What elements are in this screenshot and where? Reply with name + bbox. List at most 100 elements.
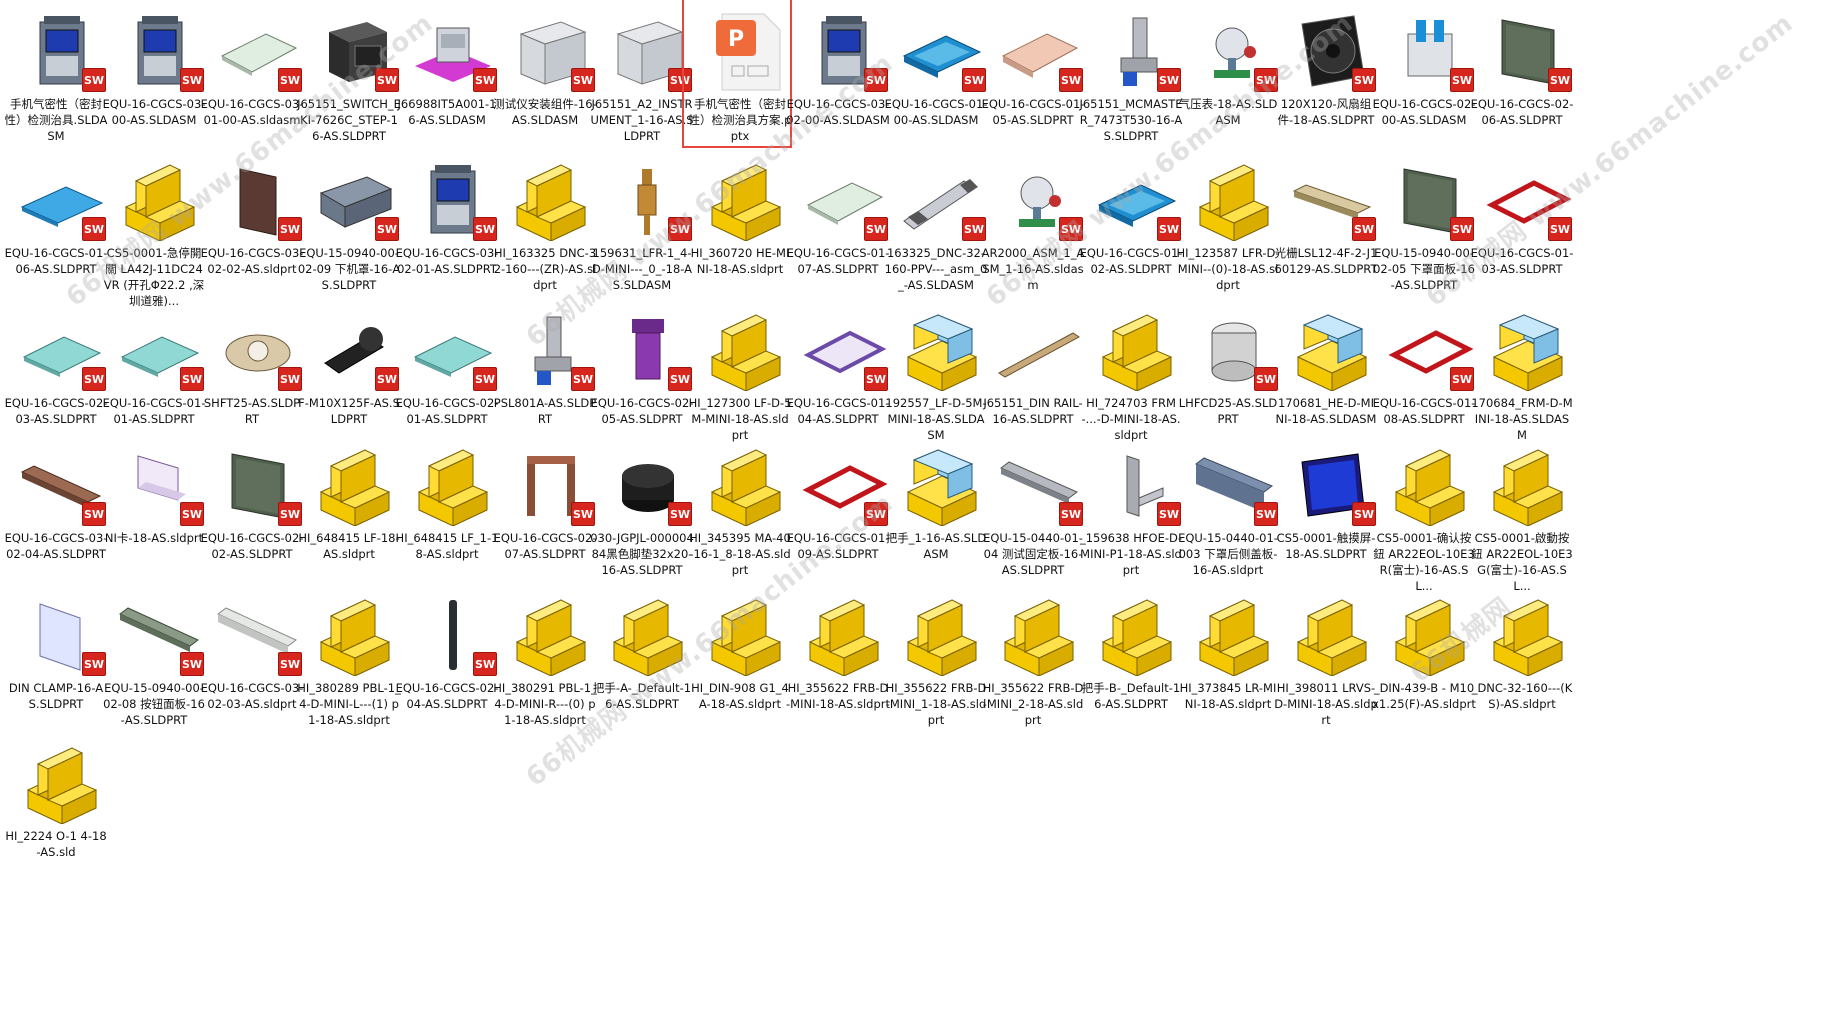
file-item[interactable]: SW EQU-16-CGCS-01-00-AS.SLDASM	[880, 2, 992, 152]
file-item[interactable]: SW 气压表-18-AS.SLDASM	[1172, 2, 1284, 152]
file-item[interactable]: SW 163325_DNC-32-160-PPV---_asm_0_-AS.SLD…	[880, 151, 992, 301]
file-item[interactable]: SW EQU-16-CGCS-01-05-AS.SLDPRT	[977, 2, 1089, 152]
file-item[interactable]: SW EQU-16-CGCS-02-05-AS.SLDPRT	[586, 301, 698, 451]
file-item[interactable]: HI_355622 FRB-D-MINI_2-18-AS.sldprt	[977, 586, 1089, 736]
file-item[interactable]: HI_360720 HE-MINI-18-AS.sldprt	[684, 151, 796, 301]
file-item[interactable]: SW EQU-16-CGCS-01-04-AS.SLDPRT	[782, 301, 894, 451]
file-item[interactable]: SW EQU-16-CGCS-01-07-AS.SLDPRT	[782, 151, 894, 301]
file-name-label: HI_355622 FRB-D-MINI_2-18-AS.sldprt	[982, 681, 1084, 727]
file-item[interactable]: SW PSL801A-AS.SLDPRT	[489, 301, 601, 451]
file-item[interactable]: SW EQU-15-0440-01-04 测试固定板-16-AS.SLDPRT	[977, 436, 1089, 586]
file-item[interactable]: HI_123587 LFR-D-MINI--(0)-18-AS.sldprt	[1172, 151, 1284, 301]
file-thumbnail-icon	[507, 161, 595, 241]
file-item[interactable]: SW EQU-15-0940-00-02-08 按钮面板-16-AS.SLDPRT	[98, 586, 210, 736]
file-item[interactable]: SW EQU-16-CGCS-02-07-AS.SLDPRT	[489, 436, 601, 586]
file-item[interactable]: SW EQU-16-CGCS-03-02-02-AS.sldprt	[196, 151, 308, 301]
file-thumbnail-icon	[702, 161, 790, 241]
file-thumbnail-icon	[18, 744, 106, 824]
file-item[interactable]: HI_373845 LR-MINI-18-AS.sldprt	[1172, 586, 1284, 736]
file-item[interactable]: SW J65151_A2_INSTRUMENT_1-16-AS.SLDPRT	[586, 2, 698, 152]
file-item[interactable]: SW EQU-15-0440-01-003 下罩后侧盖板-16-AS.sldprt	[1172, 436, 1284, 586]
file-name-label: HI_648415 LF_1-18-AS.sldprt	[395, 531, 499, 561]
file-item[interactable]: SW J65151_SWITCH_EKI-7626C_STEP-16-AS.SLD…	[293, 2, 405, 152]
file-item[interactable]: CS5-0001-确认按鈕 AR22EOL-10E3R(富士)-16-AS.SL…	[1368, 436, 1480, 593]
file-item[interactable]: SW _159638 HFOE-D-MINI-P1-18-AS.sldprt	[1075, 436, 1187, 586]
file-thumbnail-icon	[898, 311, 986, 391]
file-item[interactable]: 把手-B-_Default-16-AS.SLDPRT	[1075, 586, 1187, 736]
file-item[interactable]: 170681_HE-D-MINI-18-AS.SLDASM	[1270, 301, 1382, 451]
file-item[interactable]: HI_355622 FRB-D-MINI_1-18-AS.sldprt	[880, 586, 992, 736]
file-item[interactable]: HI_355622 FRB-D-MINI-18-AS.sldprt	[782, 586, 894, 736]
file-name-label: 把手-A-_Default-16-AS.SLDPRT	[592, 681, 692, 711]
file-name-label: J66988IT5A001-16-AS.SLDASM	[397, 97, 497, 127]
file-name-label: CS5-0001-啟動按鈕 AR22EOL-10E3G(富士)-16-AS.SL…	[1471, 531, 1573, 593]
file-name-label: EQU-16-CGCS-02-02-AS.SLDPRT	[200, 531, 304, 561]
file-item[interactable]: SW EQU-16-CGCS-02-00-AS.SLDASM	[1368, 2, 1480, 152]
file-item[interactable]: HI_2224 O-1 4-18-AS.sld	[0, 734, 112, 884]
file-item[interactable]: SW EQU-16-CGCS-01-02-AS.SLDPRT	[1075, 151, 1187, 301]
file-item[interactable]: SW EQU-16-CGCS-03-01-00-AS.sldasm	[196, 2, 308, 152]
file-item[interactable]: CS5-0001-急停開關 LA42J-11DC24VR (开孔Φ22.2 ,深…	[98, 151, 210, 308]
file-item[interactable]: SW CS5-0001-触摸屏-18-AS.SLDPRT	[1270, 436, 1382, 586]
file-item[interactable]: SW EQU-16-CGCS-02-04-AS.SLDPRT	[391, 586, 503, 736]
file-item[interactable]: SW DIN CLAMP-16-AS.SLDPRT	[0, 586, 112, 736]
file-item[interactable]: 170684_FRM-D-MINI-18-AS.SLDASM	[1466, 301, 1578, 451]
file-item[interactable]: SW J66988IT5A001-16-AS.SLDASM	[391, 2, 503, 152]
file-item[interactable]: 把手_1-16-AS.SLDASM	[880, 436, 992, 586]
file-item[interactable]: 把手-A-_Default-16-AS.SLDPRT	[586, 586, 698, 736]
file-item[interactable]: SW 测试仪安装组件-16-AS.SLDASM	[489, 2, 601, 152]
file-item[interactable]: P 手机气密性（密封性）检测治具方案.pptx	[682, 0, 796, 152]
file-item[interactable]: SW EQU-15-0940-00-02-05 下罩面板-16-AS.SLDPRT	[1368, 151, 1480, 301]
file-item[interactable]: SW 159631_LFR-1_4-D-MINI---_0_-18-AS.SLDA…	[586, 151, 698, 301]
file-thumbnail-icon	[1386, 446, 1474, 526]
file-item[interactable]: _DNC-32-160---(KS)-AS.sldprt	[1466, 586, 1578, 736]
file-item[interactable]: SW EQU-15-0940-00-02-09 下机罩-16-AS.SLDPRT	[293, 151, 405, 301]
file-item[interactable]: HI_345395 MA-40-16-1_8-18-AS.sldprt	[684, 436, 796, 586]
file-item[interactable]: SW EQU-16-CGCS-02-03-AS.SLDPRT	[0, 301, 112, 451]
file-name-label: 把手-B-_Default-16-AS.SLDPRT	[1081, 681, 1181, 711]
file-item[interactable]: SW EQU-16-CGCS-01-08-AS.SLDPRT	[1368, 301, 1480, 451]
file-name-label: EQU-16-CGCS-01-03-AS.SLDPRT	[1470, 246, 1574, 276]
file-item[interactable]: SW AR2000_ASM_1_ASM_1-16-AS.sldasm	[977, 151, 1089, 301]
file-item[interactable]: SW 手机气密性（密封性）检测治具.SLDASM	[0, 2, 112, 152]
file-item[interactable]: SW EQU-16-CGCS-02-01-AS.SLDPRT	[391, 301, 503, 451]
file-name-label: HI_380289 PBL-1_4-D-MINI-L---(1) p1-18-A…	[297, 681, 401, 727]
file-item[interactable]: HI_380289 PBL-1_4-D-MINI-L---(1) p1-18-A…	[293, 586, 405, 736]
file-item[interactable]: HI_648415 LF_1-18-AS.sldprt	[391, 436, 503, 586]
file-item[interactable]: SW 光栅LSL12-4F-2-J160129-AS.SLDPRT	[1270, 151, 1382, 301]
file-item[interactable]: HI_DIN-908 G1_4A-18-AS.sldprt	[684, 586, 796, 736]
file-item[interactable]: SW EQU-16-CGCS-03-02-01-AS.SLDPRT	[391, 151, 503, 301]
file-item[interactable]: SW EQU-16-CGCS-01-01-AS.SLDPRT	[98, 301, 210, 451]
file-item[interactable]: SW EQU-16-CGCS-01-03-AS.SLDPRT	[1466, 151, 1578, 301]
file-name-label: EQU-16-CGCS-01-08-AS.SLDPRT	[1372, 396, 1476, 426]
file-item[interactable]: HI_724703 FRM-...-D-MINI-18-AS.sldprt	[1075, 301, 1187, 451]
file-name-label: CS5-0001-确认按鈕 AR22EOL-10E3R(富士)-16-AS.SL…	[1373, 531, 1475, 593]
file-item[interactable]: 192557_LF-D-5M-MINI-18-AS.SLDASM	[880, 301, 992, 451]
file-item[interactable]: HI_398011 LRVS-D-MINI-18-AS.sldprt	[1270, 586, 1382, 736]
file-item[interactable]: HI_127300 LF-D-5M-MINI-18-AS.sldprt	[684, 301, 796, 451]
file-item[interactable]: SW J65151_MCMASTER_7473T530-16-AS.SLDPRT	[1075, 2, 1187, 152]
file-item[interactable]: SW 120X120-风扇组件-18-AS.SLDPRT	[1270, 2, 1382, 152]
file-item[interactable]: J65151_DIN RAIL-16-AS.SLDPRT	[977, 301, 1089, 451]
file-item[interactable]: SW NI卡-18-AS.sldprt	[98, 436, 210, 586]
file-name-label: 手机气密性（密封性）检测治具.SLDASM	[4, 97, 108, 143]
file-item[interactable]: HI_648415 LF-18-AS.sldprt	[293, 436, 405, 586]
file-item[interactable]: SW F-M10X125F-AS.SLDPRT	[293, 301, 405, 451]
file-item[interactable]: SW 030-JGPJL-00000484黑色脚垫32x20-16-AS.SLDP…	[586, 436, 698, 586]
file-item[interactable]: SW EQU-16-CGCS-03-00-AS.SLDASM	[98, 2, 210, 152]
file-item[interactable]: SW EQU-16-CGCS-02-06-AS.SLDPRT	[1466, 2, 1578, 152]
file-item[interactable]: SW SHFT25-AS.SLDPRT	[196, 301, 308, 451]
file-item[interactable]: SW LHFCD25-AS.SLDPRT	[1172, 301, 1284, 451]
file-name-label: 120X120-风扇组件-18-AS.SLDPRT	[1277, 97, 1375, 127]
file-item[interactable]: SW EQU-16-CGCS-03-02-04-AS.SLDPRT	[0, 436, 112, 586]
file-item[interactable]: SW EQU-16-CGCS-03-02-03-AS.sldprt	[196, 586, 308, 736]
file-item[interactable]: HI_380291 PBL-1_4-D-MINI-R---(0) p1-18-A…	[489, 586, 601, 736]
file-item[interactable]: _DIN-439-B - M10x1.25(F)-AS.sldprt	[1368, 586, 1480, 736]
file-item[interactable]: SW EQU-16-CGCS-01-06-AS.SLDPRT	[0, 151, 112, 301]
file-item[interactable]: CS5-0001-啟動按鈕 AR22EOL-10E3G(富士)-16-AS.SL…	[1466, 436, 1578, 593]
file-item[interactable]: SW EQU-16-CGCS-03-02-00-AS.SLDASM	[782, 2, 894, 152]
file-name-label: EQU-15-0440-01-003 下罩后侧盖板-16-AS.sldprt	[1178, 531, 1278, 577]
file-item[interactable]: SW EQU-16-CGCS-01-09-AS.SLDPRT	[782, 436, 894, 586]
file-item[interactable]: SW EQU-16-CGCS-02-02-AS.SLDPRT	[196, 436, 308, 586]
file-item[interactable]: HI_163325 DNC-32-160---(ZR)-AS.sldprt	[489, 151, 601, 301]
